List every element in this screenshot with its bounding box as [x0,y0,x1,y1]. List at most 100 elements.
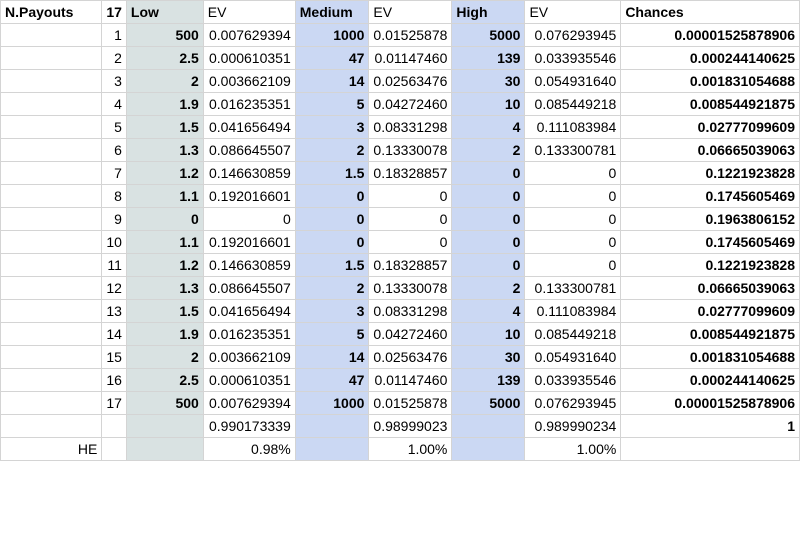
cell-low-multiplier[interactable]: 1.9 [125,322,204,346]
cell-chances[interactable]: 0.000244140625 [620,368,800,392]
cell-low-multiplier[interactable]: 500 [125,391,204,415]
cell-high-ev[interactable]: 0.133300781 [524,138,622,162]
cell-row-number[interactable]: 8 [101,184,127,208]
cell-low-multiplier[interactable]: 1.3 [125,276,204,300]
cell-high-multiplier[interactable]: 30 [451,69,526,93]
cell-payouts-label[interactable] [0,299,103,323]
cell-high-multiplier[interactable]: 139 [451,368,526,392]
cell-high-ev[interactable]: 0 [524,230,622,254]
cell-high-ev[interactable]: 0.033935546 [524,368,622,392]
cell-low-ev[interactable]: 0.086645507 [202,138,296,162]
cell-low-ev[interactable]: 0.016235351 [202,92,296,116]
cell-chances[interactable]: 0.00001525878906 [620,23,800,47]
cell-chances[interactable]: 0.1221923828 [620,161,800,185]
cell-high-multiplier[interactable] [451,414,526,438]
cell-chances[interactable]: 0.02777099609 [620,299,800,323]
cell-payouts-label[interactable] [0,345,103,369]
cell-medium-multiplier[interactable]: 1000 [294,391,370,415]
cell-low-multiplier[interactable]: 2.5 [125,46,204,70]
cell-high-multiplier[interactable] [451,437,526,461]
cell-high-ev[interactable]: 1.00% [524,437,622,461]
cell-high-multiplier[interactable]: 2 [451,276,526,300]
cell-medium-ev[interactable]: 0.13330078 [368,276,453,300]
cell-row-number[interactable]: 1 [101,23,127,47]
cell-low-ev[interactable]: 0.041656494 [202,115,296,139]
cell-medium-multiplier[interactable]: 14 [294,69,370,93]
cell-low-multiplier[interactable] [125,437,204,461]
cell-medium-multiplier[interactable] [294,437,370,461]
cell-high-multiplier[interactable]: 0 [451,184,526,208]
cell-row-number[interactable] [101,414,127,438]
cell-row-number[interactable] [101,437,127,461]
cell-payouts-label[interactable] [0,92,103,116]
cell-chances[interactable]: 0.000244140625 [620,46,800,70]
cell-payouts-label[interactable] [0,23,103,47]
cell-chances[interactable]: 0.1221923828 [620,253,800,277]
cell-high-ev[interactable]: 0 [524,184,622,208]
cell-payouts-label[interactable]: HE [0,437,103,461]
cell-medium-multiplier[interactable]: 0 [294,230,370,254]
cell-high-ev[interactable]: 0.054931640 [524,345,622,369]
cell-low-multiplier[interactable]: 2 [125,69,204,93]
cell-row-number[interactable]: 10 [101,230,127,254]
cell-payouts-label[interactable] [0,184,103,208]
cell-chances[interactable]: 0.06665039063 [620,138,800,162]
cell-high-ev[interactable]: 0.111083984 [524,115,622,139]
cell-low-multiplier[interactable]: 1.5 [125,299,204,323]
cell-chances[interactable]: 0.06665039063 [620,276,800,300]
cell-payouts-label[interactable] [0,138,103,162]
cell-row-number[interactable]: 5 [101,115,127,139]
cell-low-ev[interactable]: 0 [202,207,296,231]
cell-low-multiplier[interactable]: 0 [125,207,204,231]
cell-high-ev[interactable]: 0.033935546 [524,46,622,70]
cell-row-number[interactable]: 9 [101,207,127,231]
cell-chances[interactable]: 0.00001525878906 [620,391,800,415]
cell-high-ev[interactable]: 0.111083984 [524,299,622,323]
cell-medium-ev[interactable]: 0 [368,207,453,231]
cell-row-number[interactable]: 2 [101,46,127,70]
cell-medium-ev[interactable]: 0.08331298 [368,115,453,139]
cell-low-ev[interactable]: 0.016235351 [202,322,296,346]
cell-low-ev[interactable]: 0.98% [202,437,296,461]
cell-payouts-label[interactable] [0,69,103,93]
cell-payouts-label[interactable] [0,115,103,139]
cell-low-ev[interactable]: 0.003662109 [202,69,296,93]
cell-medium-ev[interactable]: 0.04272460 [368,92,453,116]
cell-row-number[interactable]: 3 [101,69,127,93]
cell-medium-multiplier[interactable]: 0 [294,184,370,208]
cell-payouts-label[interactable] [0,368,103,392]
cell-medium-multiplier[interactable]: 1000 [294,23,370,47]
cell-medium-multiplier[interactable]: 47 [294,46,370,70]
cell-payouts-label[interactable] [0,276,103,300]
cell-payouts-label[interactable] [0,253,103,277]
cell-medium-ev[interactable]: 0.01147460 [368,368,453,392]
cell-low-ev[interactable]: 0.007629394 [202,391,296,415]
cell-low-ev[interactable]: 0.192016601 [202,230,296,254]
cell-row-number[interactable]: 15 [101,345,127,369]
cell-low-ev[interactable]: 0.990173339 [202,414,296,438]
cell-low-multiplier[interactable]: 1.9 [125,92,204,116]
cell-high-multiplier[interactable]: 0 [451,230,526,254]
cell-chances[interactable]: 0.1963806152 [620,207,800,231]
cell-low-ev[interactable]: 0.000610351 [202,46,296,70]
cell-payouts-label[interactable]: N.Payouts [0,0,103,24]
cell-row-number[interactable]: 11 [101,253,127,277]
cell-low-multiplier[interactable]: Low [125,0,204,24]
cell-chances[interactable]: 0.008544921875 [620,322,800,346]
cell-low-multiplier[interactable]: 1.2 [125,253,204,277]
cell-medium-ev[interactable]: 0.01147460 [368,46,453,70]
cell-high-multiplier[interactable]: 4 [451,299,526,323]
cell-medium-multiplier[interactable]: 2 [294,276,370,300]
cell-medium-multiplier[interactable] [294,414,370,438]
cell-medium-multiplier[interactable]: 1.5 [294,161,370,185]
cell-medium-ev[interactable]: 0.18328857 [368,253,453,277]
cell-medium-ev[interactable]: 1.00% [368,437,453,461]
cell-high-multiplier[interactable]: 2 [451,138,526,162]
cell-medium-ev[interactable]: 0.18328857 [368,161,453,185]
cell-medium-multiplier[interactable]: 5 [294,92,370,116]
cell-high-multiplier[interactable]: 10 [451,92,526,116]
cell-payouts-label[interactable] [0,161,103,185]
cell-row-number[interactable]: 16 [101,368,127,392]
cell-high-multiplier[interactable]: 139 [451,46,526,70]
cell-row-number[interactable]: 6 [101,138,127,162]
